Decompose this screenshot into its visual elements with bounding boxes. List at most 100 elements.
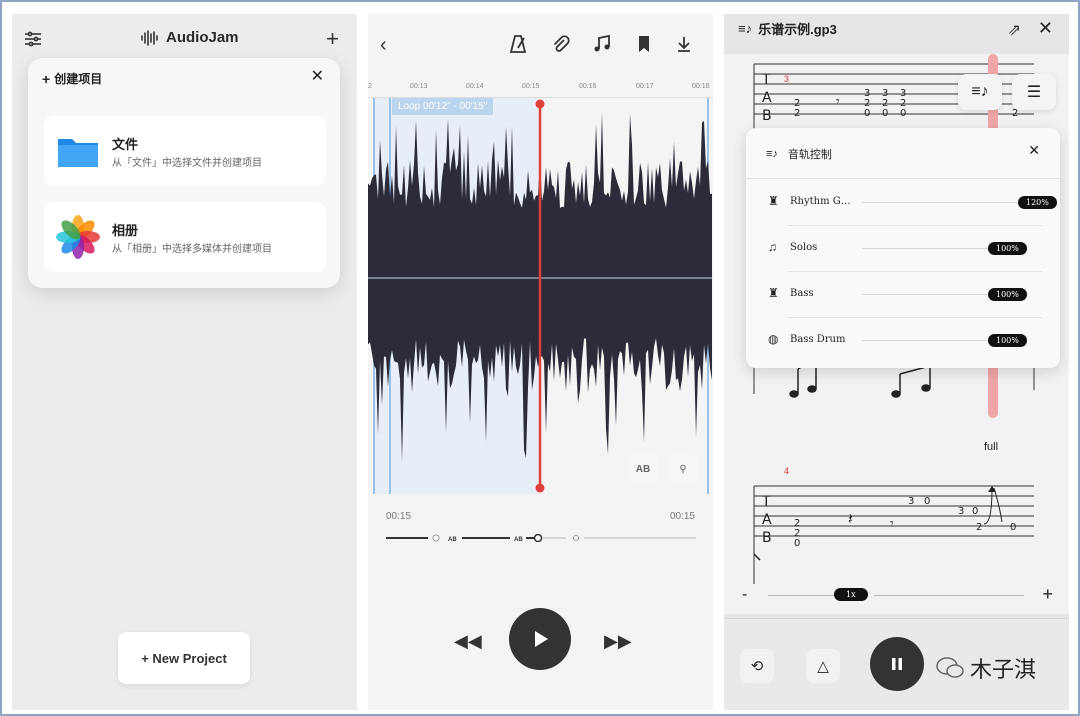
track-name: Rhythm G… — [790, 196, 851, 207]
ab-loop-button[interactable]: AB — [628, 454, 658, 484]
folder-icon — [58, 139, 98, 167]
svg-text:T: T — [761, 72, 771, 88]
track-list-icon: ≡♪ — [971, 83, 989, 100]
ruler-label: 00:14 — [466, 83, 484, 90]
play-icon — [535, 631, 548, 647]
bookmark-icon[interactable] — [634, 34, 654, 54]
plus-icon[interactable]: + — [326, 26, 339, 52]
speed-track[interactable] — [874, 595, 1024, 596]
ruler-label: 00:17 — [636, 83, 654, 90]
track-volume[interactable]: 120% — [1018, 196, 1057, 209]
close-icon[interactable]: ✕ — [1038, 18, 1053, 39]
popup-header: ≡♪ 音轨控制 — [766, 146, 832, 162]
track-row[interactable]: ◍ Bass Drum 100% — [768, 318, 1042, 364]
music-note-icon[interactable] — [592, 34, 612, 54]
settings-button[interactable]: ☰ — [1012, 74, 1056, 110]
svg-text:0: 0 — [882, 108, 888, 119]
svg-text:0: 0 — [924, 496, 930, 507]
back-icon[interactable]: ‹ — [380, 34, 387, 57]
create-from-photos-option[interactable]: 相册 从「相册」中选择多媒体并创建项目 — [44, 202, 326, 272]
track-control-button[interactable]: ≡♪ — [958, 74, 1002, 110]
close-icon[interactable]: ✕ — [1028, 142, 1040, 159]
svg-text:0: 0 — [972, 506, 978, 517]
pin-icon: ⚲ — [679, 463, 687, 475]
ruler-label: 00:15 — [522, 83, 540, 90]
loop-icon[interactable]: ⟲ — [740, 649, 774, 683]
metronome-icon[interactable]: △ — [806, 649, 840, 683]
loop-range-label: Loop 00'12" - 00'15" — [392, 98, 494, 115]
svg-text:T: T — [761, 494, 771, 510]
track-volume[interactable]: 100% — [988, 288, 1027, 301]
file-title-bar: ≡♪ 乐谱示例.gp3 — [738, 19, 837, 38]
option-subtitle: 从「文件」中选择文件并创建项目 — [112, 158, 262, 169]
speed-value[interactable]: 1x — [834, 588, 868, 601]
marker-pin-button[interactable]: ⚲ — [668, 454, 698, 484]
option-subtitle: 从「相册」中选择多媒体并创建项目 — [112, 244, 272, 255]
close-icon[interactable]: ✕ — [311, 66, 324, 86]
sliders-icon[interactable] — [24, 30, 42, 48]
track-name: Bass Drum — [790, 334, 846, 345]
scrub-bar[interactable]: AB AB — [386, 534, 696, 542]
rewind-icon[interactable]: ◀◀ — [454, 631, 482, 652]
attachment-icon[interactable] — [550, 34, 570, 54]
app-brand: AudioJam — [140, 29, 239, 46]
svg-text:0: 0 — [794, 538, 800, 549]
svg-text:3: 3 — [908, 496, 914, 507]
new-project-button[interactable]: + New Project — [118, 632, 250, 684]
svg-text:3: 3 — [958, 506, 964, 517]
share-icon[interactable]: ⇗ — [1008, 20, 1021, 40]
volume-slider[interactable] — [862, 202, 1026, 203]
pause-icon — [892, 658, 902, 670]
app-name: AudioJam — [166, 29, 239, 46]
playhead-handle-bottom[interactable] — [535, 483, 545, 493]
track-volume[interactable]: 100% — [988, 242, 1027, 255]
track-name: Bass — [790, 288, 814, 299]
timeline-ruler[interactable]: 2 00:13 00:14 00:15 00:16 00:17 00:18 — [368, 80, 713, 98]
speed-control: - 1x + — [724, 584, 1069, 608]
play-button[interactable] — [509, 608, 571, 670]
track-row[interactable]: ♫ Solos 100% — [768, 226, 1042, 272]
option-title: 相册 — [112, 223, 139, 238]
track-row[interactable]: ♜ Rhythm G… 120% — [768, 180, 1057, 226]
pause-button[interactable] — [870, 637, 924, 691]
svg-text:B: B — [762, 108, 772, 124]
create-from-files-option[interactable]: 文件 从「文件」中选择文件并创建项目 — [44, 116, 326, 186]
sliders-icon: ☰ — [1026, 84, 1042, 101]
ruler-label: 00:16 — [579, 83, 597, 90]
card-title: 创建项目 — [54, 72, 103, 86]
audio-waveform[interactable] — [368, 98, 713, 494]
track-row[interactable]: ♜ Bass 100% — [768, 272, 1042, 318]
music-note-icon: ♫ — [768, 240, 777, 254]
track-volume[interactable]: 100% — [988, 334, 1027, 347]
audio-editor-panel: ‹ 2 00:13 00:14 00:15 00:16 00:17 00:18 … — [368, 14, 713, 710]
fast-forward-icon[interactable]: ▶▶ — [604, 631, 632, 652]
svg-text:0: 0 — [864, 108, 870, 119]
guitar-amp-icon: ♜ — [768, 286, 779, 300]
speed-increase-button[interactable]: + — [1042, 584, 1053, 605]
option-title: 文件 — [112, 137, 139, 152]
current-time: 00:15 — [386, 511, 412, 522]
svg-text:𝄽: 𝄽 — [848, 509, 853, 528]
svg-text:2: 2 — [794, 108, 800, 119]
measure-number: 4 — [784, 466, 790, 476]
create-project-heading: + 创建项目 — [42, 70, 102, 87]
metronome-icon[interactable] — [508, 34, 528, 54]
plus-icon: + — [42, 70, 51, 87]
tab-player-panel: ≡♪ 乐谱示例.gp3 ⇗ ✕ T A B 2 2 3 2 0 3 2 0 3 … — [724, 14, 1069, 710]
waveform-logo-icon — [141, 29, 158, 46]
score-list-icon: ≡♪ — [738, 21, 753, 36]
file-title: 乐谱示例.gp3 — [758, 22, 837, 37]
bend-label: full — [984, 441, 999, 453]
speed-decrease-button[interactable]: - — [742, 586, 747, 604]
svg-text:2: 2 — [976, 522, 982, 533]
download-icon[interactable] — [674, 34, 694, 54]
measure-number: 3 — [784, 74, 790, 84]
ruler-label: 2 — [368, 83, 372, 90]
svg-text:𝄾: 𝄾 — [890, 516, 894, 532]
track-name: Solos — [790, 242, 818, 253]
svg-text:B: B — [762, 530, 772, 546]
ruler-label: 00:18 — [692, 83, 710, 90]
ruler-label: 00:13 — [410, 83, 428, 90]
playhead-handle-top[interactable] — [535, 99, 545, 109]
divider — [746, 178, 1060, 179]
